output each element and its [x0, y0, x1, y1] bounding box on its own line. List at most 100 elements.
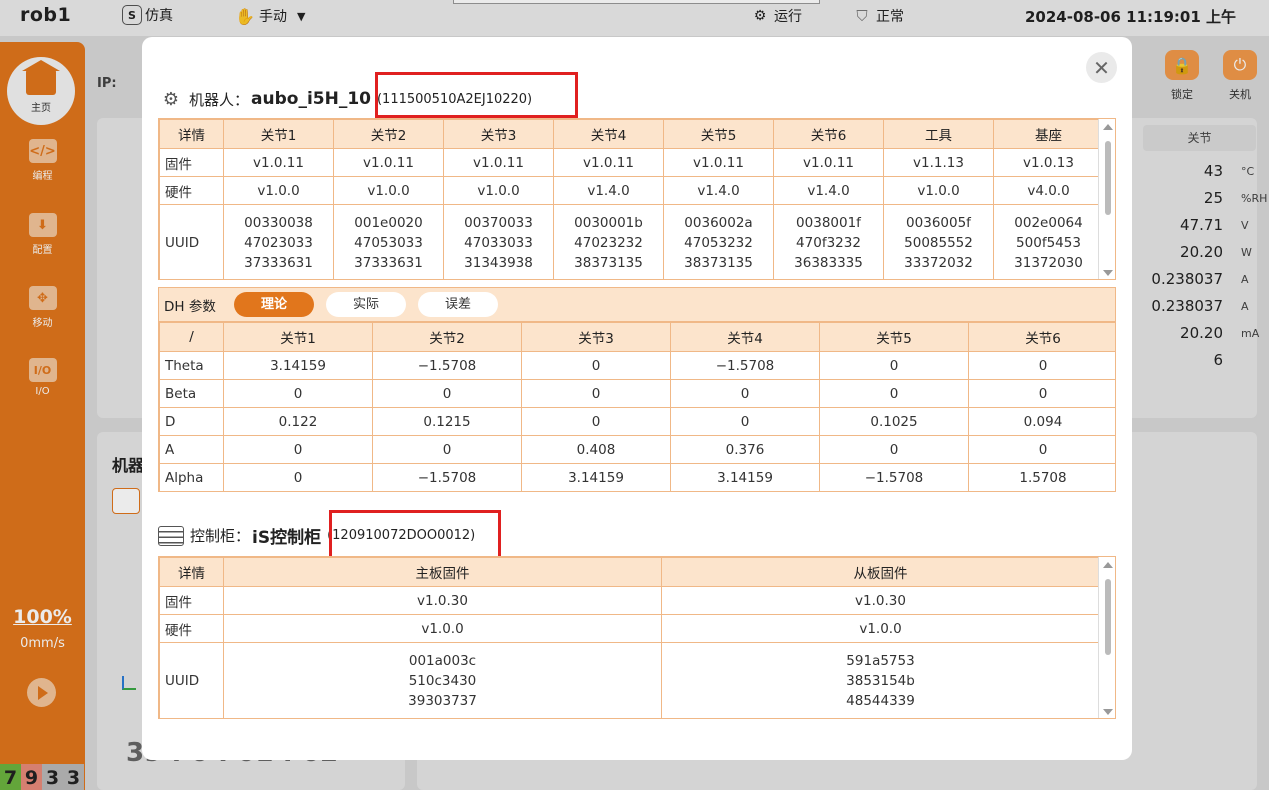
- close-button[interactable]: ✕: [1086, 52, 1117, 83]
- table-cell: v1.0.11: [663, 148, 774, 177]
- details-header: 详情: [159, 119, 224, 149]
- table-cell: v1.0.0: [223, 614, 662, 643]
- cabinet-name: iS控制柜: [252, 528, 322, 548]
- column-header: /: [159, 322, 224, 352]
- table-row: 硬件 v1.0.0 v1.0.0 v1.0.0 v1.4.0 v1.4.0 v1.4.0 v1…: [159, 176, 1104, 205]
- table-cell: 0.1025: [819, 407, 969, 436]
- column-header: 关节2: [333, 119, 444, 149]
- uuid-line: 0038001f: [796, 214, 861, 231]
- uuid-cell: 00330038 47023033 37333631: [223, 204, 334, 279]
- robot-info-table: 详情 关节1 关节2 关节3 关节4 关节5 关节6 工具 基座 固件 v1.0.11 v1.0.11…: [158, 118, 1116, 280]
- uuid-line: 47023033: [244, 234, 313, 251]
- scroll-thumb[interactable]: [1105, 141, 1111, 215]
- uuid-line: 47053232: [684, 234, 753, 251]
- column-header: 关节4: [553, 119, 664, 149]
- table-cell: 0: [819, 351, 969, 380]
- scroll-down-icon[interactable]: [1103, 270, 1113, 276]
- uuid-line: 48544339: [846, 692, 915, 709]
- uuid-line: 47023232: [574, 234, 643, 251]
- column-header: 关节4: [670, 322, 820, 352]
- scroll-down-icon[interactable]: [1103, 709, 1113, 715]
- table-cell: 0: [372, 379, 522, 408]
- table-cell: −1.5708: [670, 351, 820, 380]
- column-header: 关节5: [819, 322, 969, 352]
- uuid-line: 36383335: [794, 254, 863, 271]
- scroll-up-icon[interactable]: [1103, 124, 1113, 130]
- table-cell: 0.376: [670, 435, 820, 464]
- table-cell: v4.0.0: [993, 176, 1104, 205]
- tab-theory[interactable]: 理论: [234, 292, 314, 317]
- table-cell: 0: [819, 435, 969, 464]
- tab-error[interactable]: 误差: [418, 292, 498, 317]
- row-label: Alpha: [159, 463, 224, 491]
- table-cell: 0: [819, 379, 969, 408]
- uuid-line: 37333631: [244, 254, 313, 271]
- table-header-row: 详情 主板固件 从板固件: [159, 557, 1100, 587]
- table-cell: 1.5708: [968, 463, 1115, 491]
- column-header: 主板固件: [223, 557, 662, 587]
- table-cell: 0: [670, 379, 820, 408]
- table-row: D 0.122 0.1215 0 0 0.1025 0.094: [159, 407, 1115, 436]
- table-cell: v1.0.11: [443, 148, 554, 177]
- table-cell: 3.14159: [521, 463, 671, 491]
- table-cell: 0: [968, 435, 1115, 464]
- row-label: Theta: [159, 351, 224, 380]
- tab-actual[interactable]: 实际: [326, 292, 406, 317]
- table-cell: v1.0.11: [223, 148, 334, 177]
- uuid-cell: 00370033 47033033 31343938: [443, 204, 554, 279]
- row-label: 固件: [159, 148, 224, 177]
- uuid-line: 470f3232: [796, 234, 861, 251]
- cabinet-icon: [158, 525, 184, 546]
- table-cell: v1.0.0: [883, 176, 994, 205]
- table-cell: 3.14159: [223, 351, 373, 380]
- close-icon: ✕: [1093, 55, 1110, 80]
- uuid-line: 0036005f: [906, 214, 971, 231]
- table-cell: 0.408: [521, 435, 671, 464]
- robot-arm-icon: ⚙: [162, 88, 180, 110]
- row-label: UUID: [159, 642, 224, 718]
- dh-table-wrap: / 关节1 关节2 关节3 关节4 关节5 关节6 Theta 3.14159 −1.5708 0−…: [158, 321, 1116, 492]
- column-header: 关节3: [443, 119, 554, 149]
- dh-label: DH 参数: [164, 298, 216, 315]
- scroll-up-icon[interactable]: [1103, 562, 1113, 568]
- robot-name: aubo_i5H_10: [251, 89, 371, 109]
- cabinet-table: 详情 主板固件 从板固件 固件 v1.0.30 v1.0.30 硬件 v1.0.0 v1.0.0…: [159, 557, 1100, 718]
- cabinet-label: 控制柜：: [190, 527, 251, 545]
- table-row: Alpha 0 −1.5708 3.14159 3.14159 −1.5708 1.5708: [159, 463, 1115, 491]
- table-cell: v1.0.13: [993, 148, 1104, 177]
- uuid-line: 38373135: [684, 254, 753, 271]
- table-cell: 0: [521, 379, 671, 408]
- robot-table: 详情 关节1 关节2 关节3 关节4 关节5 关节6 工具 基座 固件 v1.0.11 v1.0.11…: [159, 119, 1104, 279]
- column-header: 关节6: [968, 322, 1115, 352]
- uuid-line: 37333631: [354, 254, 423, 271]
- uuid-line: 00330038: [244, 214, 313, 231]
- scroll-thumb[interactable]: [1105, 579, 1111, 655]
- column-header: 工具: [883, 119, 994, 149]
- table-cell: v1.4.0: [773, 176, 884, 205]
- table-cell: −1.5708: [819, 463, 969, 491]
- robot-label: 机器人：: [189, 90, 250, 109]
- uuid-cell: 001e0020 47053033 37333631: [333, 204, 444, 279]
- uuid-line: 31372030: [1014, 254, 1083, 271]
- uuid-line: 0030001b: [574, 214, 643, 231]
- uuid-cell: 0038001f 470f3232 36383335: [773, 204, 884, 279]
- column-header: 关节6: [773, 119, 884, 149]
- table-cell: v1.0.0: [333, 176, 444, 205]
- cabinet-info-table: 详情 主板固件 从板固件 固件 v1.0.30 v1.0.30 硬件 v1.0.0 v1.0.0…: [158, 556, 1116, 719]
- column-header: 关节1: [223, 119, 334, 149]
- table-row: A 0 0 0.408 0.376 0 0: [159, 435, 1115, 464]
- cabinet-table-scrollbar[interactable]: [1098, 557, 1115, 718]
- table-row: 固件 v1.0.11 v1.0.11 v1.0.11 v1.0.11 v1.0.11 v1.…: [159, 148, 1104, 177]
- robot-info-dialog: ✕ ⚙ 机器人： aubo_i5H_10 (111500510A2EJ10220…: [142, 37, 1132, 760]
- column-header: 关节5: [663, 119, 774, 149]
- table-row: Theta 3.14159 −1.5708 0 −1.5708 0 0: [159, 351, 1115, 380]
- uuid-cell: 002e0064 500f5453 31372030: [993, 204, 1104, 279]
- table-cell: 0.122: [223, 407, 373, 436]
- uuid-line: 47053033: [354, 234, 423, 251]
- uuid-cell: 0030001b 47023232 38373135: [553, 204, 664, 279]
- robot-table-scrollbar[interactable]: [1098, 119, 1115, 279]
- column-header: 从板固件: [661, 557, 1100, 587]
- dh-tab-bar: DH 参数 理论 实际 误差: [158, 287, 1116, 321]
- uuid-cell: 591a5753 3853154b 48544339: [661, 642, 1100, 718]
- table-cell: 0: [223, 379, 373, 408]
